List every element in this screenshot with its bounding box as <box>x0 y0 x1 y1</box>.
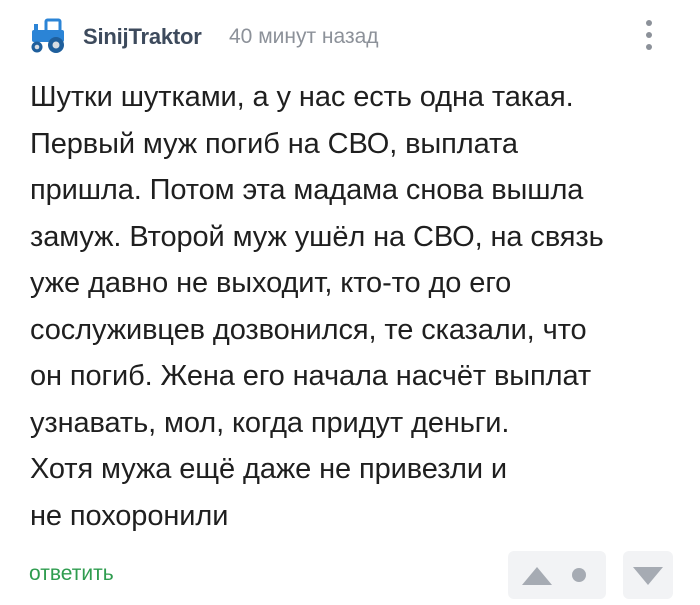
comment-author[interactable]: SinijTraktor <box>83 24 202 50</box>
comment-line: замуж. Второй муж ушёл на СВО, на связь <box>30 220 604 253</box>
comment-line: не похоронили <box>30 499 229 532</box>
blue-tractor-icon[interactable] <box>26 14 70 58</box>
comment-line: узнавать, мол, когда придут деньги. <box>30 406 510 439</box>
triangle-down-icon[interactable] <box>631 561 665 589</box>
comment-line: пришла. Потом эта мадама снова вышла <box>30 174 584 206</box>
comment-line: Первый муж погиб на СВО, выплата <box>30 127 518 160</box>
downvote-button[interactable] <box>623 551 673 599</box>
comment-header: SinijTraktor 40 минут назад <box>26 14 676 56</box>
triangle-up-icon[interactable] <box>520 561 554 589</box>
vote-controls <box>508 551 606 599</box>
comment-timestamp: 40 минут назад <box>229 25 379 48</box>
comment-line: Хотя мужа ещё даже не привезли и <box>30 453 507 485</box>
comment-line: он погиб. Жена его начала насчёт выплат <box>30 360 592 392</box>
more-vertical-icon[interactable] <box>641 16 657 54</box>
comment-line: Шутки шутками, а у нас есть одна такая. <box>30 81 574 113</box>
reply-button[interactable]: ответить <box>29 562 114 586</box>
comment-line: уже давно не выходит, кто-то до его <box>30 267 512 299</box>
comment-body: Шутки шутками, а у нас есть одна такая. … <box>30 74 670 539</box>
dot-icon <box>572 568 586 582</box>
comment-line: сослуживцев дозвонился, те сказали, что <box>30 313 587 346</box>
